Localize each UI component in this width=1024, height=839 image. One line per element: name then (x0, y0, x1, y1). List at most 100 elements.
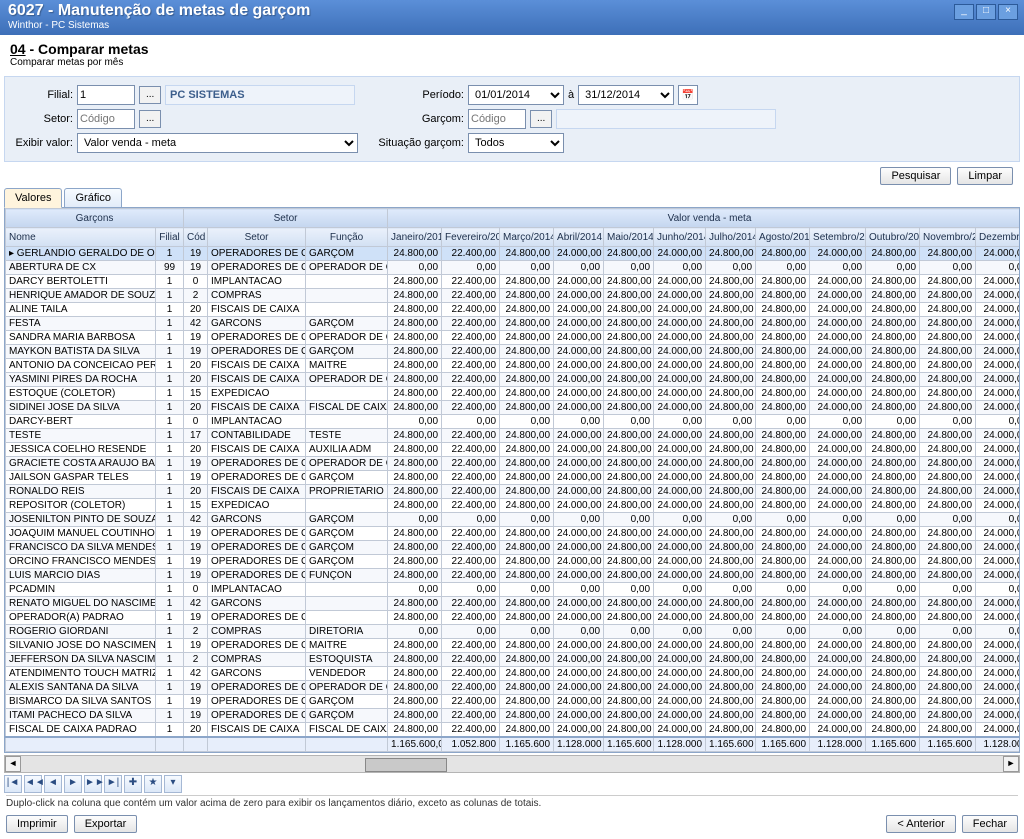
exportar-button[interactable]: Exportar (74, 815, 138, 833)
col-header[interactable]: Filial (156, 228, 184, 247)
col-header[interactable]: Março/2014 (500, 228, 554, 247)
scroll-right-icon[interactable]: ► (1003, 756, 1019, 772)
nav-nextpage-icon[interactable]: ►► (84, 775, 102, 793)
table-row[interactable]: ABERTURA DE CX9919OPERADORES DE CAOPERAD… (6, 261, 1021, 275)
nav-prev-icon[interactable]: ◄ (44, 775, 62, 793)
table-row[interactable]: BISMARCO DA SILVA SANTOS119OPERADORES DE… (6, 695, 1021, 709)
exibir-select[interactable]: Valor venda - meta (77, 133, 358, 153)
col-header[interactable]: Junho/2014 (654, 228, 706, 247)
col-header[interactable]: Outubro/2014 (866, 228, 920, 247)
table-row[interactable]: JOAQUIM MANUEL COUTINHO PINTO119OPERADOR… (6, 527, 1021, 541)
table-row[interactable]: SIDINEI JOSE DA SILVA120FISCAIS DE CAIXA… (6, 401, 1021, 415)
filial-input[interactable] (77, 85, 135, 105)
table-row[interactable]: MAYKON BATISTA DA SILVA119OPERADORES DE … (6, 345, 1021, 359)
table-row[interactable]: FRANCISCO DA SILVA MENDES119OPERADORES D… (6, 541, 1021, 555)
setor-label: Setor: (15, 113, 73, 125)
table-row[interactable]: RONALDO REIS120FISCAIS DE CAIXAPROPRIETA… (6, 485, 1021, 499)
col-group-garcons[interactable]: Garçons (6, 209, 184, 228)
app-subtitle: Winthor - PC Sistemas (8, 20, 1016, 31)
col-header[interactable]: Fevereiro/2014 (442, 228, 500, 247)
col-header[interactable]: Setor (208, 228, 306, 247)
table-row[interactable]: ALINE TAILA120FISCAIS DE CAIXA24.800,002… (6, 303, 1021, 317)
record-navigator: |◄ ◄◄ ◄ ► ►► ►| ✚ ★ ▾ (4, 775, 1020, 793)
close-icon[interactable]: × (998, 4, 1018, 20)
table-row[interactable]: DARCY-BERT10IMPLANTACAO0,000,000,000,000… (6, 415, 1021, 429)
table-row[interactable]: LUIS MARCIO DIAS119OPERADORES DE CAFUNÇO… (6, 569, 1021, 583)
filter-panel: Filial: ... PC SISTEMAS Setor: ... Exibi… (4, 76, 1020, 162)
table-row[interactable]: FESTA142GARCONSGARÇOM24.800,0022.400,002… (6, 317, 1021, 331)
table-row[interactable]: YASMINI PIRES DA ROCHA120FISCAIS DE CAIX… (6, 373, 1021, 387)
table-row[interactable]: HENRIQUE AMADOR DE SOUZA12COMPRAS24.800,… (6, 289, 1021, 303)
col-header[interactable]: Dezembro/2014 (976, 228, 1020, 247)
tab-grafico[interactable]: Gráfico (64, 188, 121, 207)
nav-next-icon[interactable]: ► (64, 775, 82, 793)
table-row[interactable]: SANDRA MARIA BARBOSA119OPERADORES DE CAO… (6, 331, 1021, 345)
imprimir-button[interactable]: Imprimir (6, 815, 68, 833)
pesquisar-button[interactable]: Pesquisar (880, 167, 951, 185)
table-row[interactable]: FISCAL DE CAIXA PADRAO120FISCAIS DE CAIX… (6, 723, 1021, 738)
garcom-lookup-button[interactable]: ... (530, 110, 552, 128)
table-row[interactable]: REPOSITOR (COLETOR)115EXPEDICAO24.800,00… (6, 499, 1021, 513)
col-header[interactable]: Cód (184, 228, 208, 247)
periodo-label: Período: (376, 89, 464, 101)
fechar-button[interactable]: Fechar (962, 815, 1018, 833)
scroll-thumb[interactable] (365, 758, 447, 772)
table-row[interactable]: ROGERIO GIORDANI12COMPRASDIRETORIA0,000,… (6, 625, 1021, 639)
setor-lookup-button[interactable]: ... (139, 110, 161, 128)
table-row[interactable]: ▸ GERLANDIO GERALDO DE OLIVEI119OPERADOR… (6, 247, 1021, 261)
table-row[interactable]: ORCINO FRANCISCO MENDES119OPERADORES DE … (6, 555, 1021, 569)
table-row[interactable]: GRACIETE COSTA ARAUJO BARBOSA119OPERADOR… (6, 457, 1021, 471)
horizontal-scrollbar[interactable]: ◄ ► (4, 755, 1020, 773)
table-row[interactable]: ANTONIO DA CONCEICAO PEREIRA120FISCAIS D… (6, 359, 1021, 373)
table-row[interactable]: SILVANIO JOSE DO NASCIMENTO119OPERADORES… (6, 639, 1021, 653)
hint-text: Duplo-click na coluna que contém um valo… (6, 795, 1018, 809)
periodo-ate-input[interactable]: 31/12/2014 (578, 85, 674, 105)
col-header[interactable]: Maio/2014 (604, 228, 654, 247)
col-header[interactable]: Julho/2014 (706, 228, 756, 247)
col-header[interactable]: Nome (6, 228, 156, 247)
table-row[interactable]: DARCY BERTOLETTI10IMPLANTACAO24.800,0022… (6, 275, 1021, 289)
table-row[interactable]: JESSICA COELHO RESENDE120FISCAIS DE CAIX… (6, 443, 1021, 457)
table-row[interactable]: ITAMI PACHECO DA SILVA119OPERADORES DE C… (6, 709, 1021, 723)
col-group-meta[interactable]: Valor venda - meta (388, 209, 1020, 228)
table-row[interactable]: RENATO MIGUEL DO NASCIMENTO142GARCONS24.… (6, 597, 1021, 611)
col-header[interactable]: Agosto/2014 (756, 228, 810, 247)
table-row[interactable]: JEFFERSON DA SILVA NASCIMENTO12COMPRASES… (6, 653, 1021, 667)
table-row[interactable]: ESTOQUE (COLETOR)115EXPEDICAO24.800,0022… (6, 387, 1021, 401)
exibir-label: Exibir valor: (15, 137, 73, 149)
col-header[interactable]: Novembro/2014 (920, 228, 976, 247)
limpar-button[interactable]: Limpar (957, 167, 1013, 185)
nav-insert-icon[interactable]: ✚ (124, 775, 142, 793)
table-row[interactable]: ATENDIMENTO TOUCH MATRIZ142GARCONSVENDED… (6, 667, 1021, 681)
titlebar: 6027 - Manutenção de metas de garçom Win… (0, 0, 1024, 35)
table-row[interactable]: TESTE117CONTABILIDADETESTE24.800,0022.40… (6, 429, 1021, 443)
col-header[interactable]: Função (306, 228, 388, 247)
anterior-button[interactable]: < Anterior (886, 815, 955, 833)
situacao-select[interactable]: Todos (468, 133, 564, 153)
filial-name: PC SISTEMAS (165, 85, 355, 105)
col-header[interactable]: Setembro/2014 (810, 228, 866, 247)
minimize-icon[interactable]: _ (954, 4, 974, 20)
nav-prevpage-icon[interactable]: ◄◄ (24, 775, 42, 793)
table-row[interactable]: JAILSON GASPAR TELES119OPERADORES DE CAG… (6, 471, 1021, 485)
setor-input[interactable] (77, 109, 135, 129)
table-row[interactable]: JOSENILTON PINTO DE SOUZA JUNI142GARCONS… (6, 513, 1021, 527)
periodo-de-input[interactable]: 01/01/2014 (468, 85, 564, 105)
table-row[interactable]: PCADMIN10IMPLANTACAO0,000,000,000,000,00… (6, 583, 1021, 597)
col-group-setor[interactable]: Setor (184, 209, 388, 228)
maximize-icon[interactable]: □ (976, 4, 996, 20)
calendar-icon[interactable]: 📅 (678, 85, 698, 105)
table-row[interactable]: OPERADOR(A) PADRAO119OPERADORES DE CA24.… (6, 611, 1021, 625)
nav-filter-icon[interactable]: ▾ (164, 775, 182, 793)
col-header[interactable]: Abril/2014 (554, 228, 604, 247)
filial-lookup-button[interactable]: ... (139, 86, 161, 104)
tab-valores[interactable]: Valores (4, 188, 62, 208)
scroll-left-icon[interactable]: ◄ (5, 756, 21, 772)
col-header[interactable]: Janeiro/2014 (388, 228, 442, 247)
nav-bookmark-icon[interactable]: ★ (144, 775, 162, 793)
garcom-input[interactable] (468, 109, 526, 129)
nav-first-icon[interactable]: |◄ (4, 775, 22, 793)
nav-last-icon[interactable]: ►| (104, 775, 122, 793)
table-row[interactable]: ALEXIS SANTANA DA SILVA119OPERADORES DE … (6, 681, 1021, 695)
grid[interactable]: Garçons Setor Valor venda - meta Total N… (4, 208, 1020, 753)
